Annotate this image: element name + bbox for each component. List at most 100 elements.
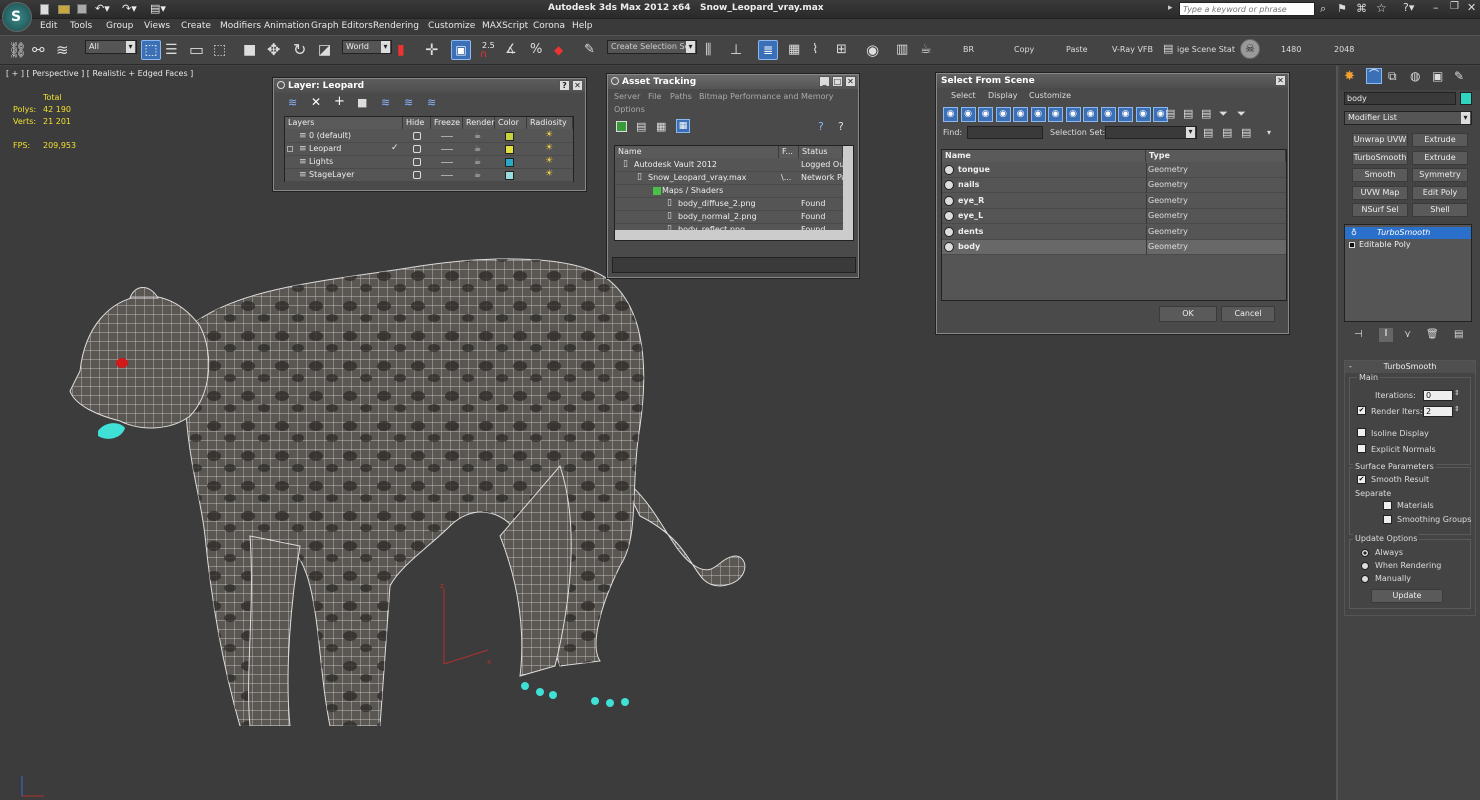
iterations-arrows-icon[interactable]: ⇕ <box>1454 389 1460 397</box>
selset-dropdown-icon[interactable]: ▾ <box>1267 128 1271 137</box>
asset-close-button[interactable]: ✕ <box>845 76 856 87</box>
asset-name[interactable]: Autodesk Vault 2012 <box>634 160 717 169</box>
render-icon[interactable]: ☕ <box>920 40 940 60</box>
materials-checkbox[interactable] <box>1383 501 1392 510</box>
menu-graph-editors[interactable]: Graph Editors <box>311 21 373 31</box>
layer-freeze-toggle[interactable] <box>441 136 453 137</box>
scene-object-row[interactable]: eye_R Geometry <box>942 193 1286 209</box>
modifier-set-button[interactable]: Unwrap UVW <box>1352 133 1408 147</box>
rect-selection-icon[interactable]: ▭ <box>189 40 209 60</box>
layer-highlight-icon[interactable]: ≋ <box>381 96 390 109</box>
coordinate-system-dropdown[interactable]: World ▾ <box>342 40 392 54</box>
save-file-icon[interactable] <box>77 4 87 14</box>
layer-manager-icon[interactable]: ≣ <box>758 40 778 60</box>
modifier-stack[interactable]: ♁ TurboSmooth Editable Poly <box>1344 224 1472 322</box>
menu-create[interactable]: Create <box>181 21 211 31</box>
object-name-input[interactable]: body <box>1344 92 1456 105</box>
render-iters-spinner[interactable]: 2 <box>1423 406 1453 417</box>
asset-menu-file[interactable]: File <box>648 92 661 101</box>
layer-name[interactable]: 0 (default) <box>309 131 351 140</box>
graphite-tools-icon[interactable]: ▦ <box>788 40 808 60</box>
open-file-icon[interactable] <box>58 5 70 14</box>
modifier-set-button[interactable]: Symmetry <box>1412 168 1468 182</box>
percent-snap-icon[interactable]: % <box>530 40 550 60</box>
remove-modifier-icon[interactable]: 🗑 <box>1426 329 1439 340</box>
asset-grid-icon[interactable]: ▦ <box>676 119 690 133</box>
layer-color-swatch[interactable] <box>505 145 514 154</box>
asset-name[interactable]: Snow_Leopard_vray.max <box>648 173 746 182</box>
menu-edit[interactable]: Edit <box>40 21 57 31</box>
material-editor-icon[interactable]: ◉ <box>866 40 886 60</box>
named-selection-set-input[interactable]: Create Selection Se ▾ <box>607 40 697 54</box>
asset-row[interactable]: ▯ body_normal_2.png Found <box>615 211 843 224</box>
asset-row[interactable]: ▯ Autodesk Vault 2012 Logged Ou <box>615 159 843 172</box>
toolbar-label-scene-states[interactable]: ige Scene Stat <box>1177 45 1235 54</box>
move-icon[interactable]: ✥ <box>267 40 287 60</box>
help-search-input[interactable] <box>1179 2 1315 16</box>
layer-hide-toggle[interactable] <box>413 171 421 179</box>
pivot-icon[interactable]: ▮ <box>397 40 417 60</box>
rollout-header[interactable]: - TurboSmooth <box>1345 361 1475 373</box>
scene-object-row[interactable]: nails Geometry <box>942 178 1286 194</box>
create-tab-icon[interactable]: ✸ <box>1344 69 1355 84</box>
explicit-normals-checkbox[interactable] <box>1357 444 1366 453</box>
filter-spacewarps-icon[interactable]: ◉ <box>1030 107 1046 122</box>
layer-row[interactable]: ≡ Leopard ☕ ☀ ✓ <box>285 143 573 156</box>
filter-lights-icon[interactable]: ◉ <box>978 107 993 122</box>
toolbar-label-copy[interactable]: Copy <box>1014 45 1034 54</box>
utilities-tab-icon[interactable]: ✎ <box>1454 69 1464 83</box>
asset-name[interactable]: body_diffuse_2.png <box>678 199 756 208</box>
layer-freeze-toggle[interactable] <box>441 149 453 150</box>
select-by-name-icon[interactable]: ☰ <box>165 40 185 60</box>
layer-close-button[interactable]: ✕ <box>572 80 583 91</box>
layer-color-swatch[interactable] <box>505 171 514 180</box>
window-crossing-icon[interactable]: ⬚ <box>213 40 233 60</box>
schematic-view-icon[interactable]: ⊞ <box>836 40 856 60</box>
asset-refresh-icon[interactable] <box>616 121 627 132</box>
display-tab-icon[interactable]: ▣ <box>1432 69 1443 83</box>
close-icon[interactable]: ✕ <box>1467 1 1476 14</box>
smoothing-groups-checkbox[interactable] <box>1383 515 1392 524</box>
layer-new-icon[interactable]: ≋ <box>288 96 297 109</box>
layer-radiosity-icon[interactable]: ☀ <box>545 169 553 179</box>
configure-sets-icon[interactable]: ▤ <box>1454 329 1463 340</box>
layer-hide-toggle[interactable] <box>413 132 421 140</box>
layer-row[interactable]: ≡ 0 (default) ☕ ☀ <box>285 130 573 143</box>
snow-leopard-model[interactable] <box>0 206 800 726</box>
filter-hidden-icon[interactable]: ◉ <box>1135 107 1151 122</box>
object-name[interactable]: nails <box>958 180 979 189</box>
show-end-result-icon[interactable]: I <box>1379 328 1393 342</box>
select-menu-display[interactable]: Display <box>988 91 1018 100</box>
snap-icon[interactable]: ∩ <box>480 48 500 68</box>
modifier-set-button[interactable]: UVW Map <box>1352 185 1408 200</box>
render-iters-checkbox[interactable]: ✔ <box>1357 406 1366 415</box>
scene-object-row[interactable]: eye_L Geometry <box>942 209 1286 225</box>
communication-icon[interactable]: ⌘ <box>1356 2 1367 15</box>
subscription-icon[interactable]: ⚑ <box>1337 2 1347 15</box>
layer-row[interactable]: ≡ Lights ☕ ☀ <box>285 156 573 169</box>
layer-render-icon[interactable]: ☕ <box>474 170 481 179</box>
object-name[interactable]: eye_R <box>958 196 984 205</box>
spinner-snap-icon[interactable]: ◆ <box>554 40 574 60</box>
rotate-icon[interactable]: ↻ <box>293 40 313 60</box>
asset-detail-icon[interactable]: ▦ <box>656 120 666 133</box>
col-render[interactable]: Render <box>463 117 495 129</box>
manipulate-icon[interactable]: ✛ <box>425 40 445 60</box>
asset-vscrollbar[interactable] <box>843 146 853 240</box>
modifier-set-button[interactable]: TurboSmooth <box>1352 150 1408 165</box>
col-radiosity[interactable]: Radiosity <box>527 117 573 129</box>
layer-name[interactable]: StageLayer <box>309 170 354 179</box>
filter-groups-icon[interactable]: ◉ <box>1048 107 1063 122</box>
modifier-list-dropdown[interactable]: Modifier List ▾ <box>1344 111 1472 125</box>
scene-object-row[interactable]: dents Geometry <box>942 224 1286 240</box>
layer-color-swatch[interactable] <box>505 158 514 167</box>
stack-item-turbosmooth[interactable]: ♁ TurboSmooth <box>1345 227 1471 239</box>
object-name[interactable]: dents <box>958 227 983 236</box>
menu-group[interactable]: Group <box>106 21 133 31</box>
select-col-name[interactable]: Name <box>942 150 1146 162</box>
selset-icon-a[interactable]: ▤ <box>1203 126 1213 139</box>
transform-gizmo[interactable]: z x <box>438 582 498 672</box>
layer-hide-all-icon[interactable]: ≋ <box>404 96 413 109</box>
modifier-set-button[interactable]: NSurf Sel <box>1352 203 1408 217</box>
layer-hide-toggle[interactable] <box>413 158 421 166</box>
